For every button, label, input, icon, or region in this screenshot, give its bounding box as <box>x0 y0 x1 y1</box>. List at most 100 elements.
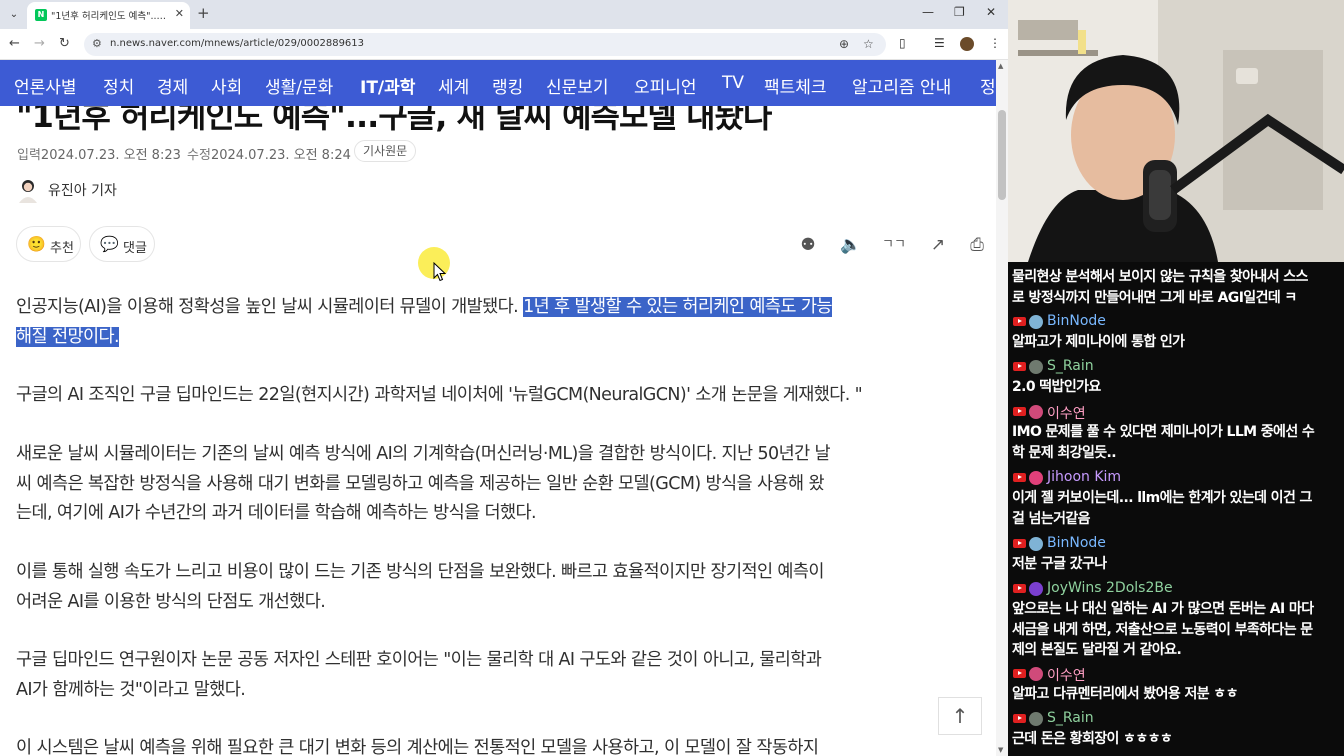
chat-username: JoyWins 2Dols2Be <box>1047 580 1173 596</box>
chat-username: Jihoon Kim <box>1047 469 1122 485</box>
nav-item-tv[interactable]: TV <box>722 73 744 93</box>
chat-message: 이수연 알파고 다큐멘터리에서 봤어용 저분 ㅎㅎ <box>1012 664 1342 705</box>
font-size-icon[interactable]: ㄱㄱ <box>882 234 906 256</box>
chat-text: 제의 본질도 달라질 거 같아요. <box>1012 642 1182 658</box>
back-icon[interactable]: ← <box>9 36 20 51</box>
nav-item-press[interactable]: 언론사별 <box>14 73 77 98</box>
mouse-cursor-icon <box>433 262 447 282</box>
chat-text: 근데 돈은 황회장이 ㅎㅎㅎㅎ <box>1012 731 1173 747</box>
reload-icon[interactable]: ↻ <box>59 36 70 51</box>
scroll-down-icon[interactable]: ▼ <box>998 746 1003 754</box>
youtube-icon <box>1013 584 1026 593</box>
nav-item-algorithm[interactable]: 알고리즘 안내 <box>852 73 951 98</box>
share-icon[interactable]: ↗ <box>926 234 950 256</box>
p4-line-1: 이를 통해 실행 속도가 느리고 비용이 많이 드는 기존 방식의 단점을 보완… <box>16 562 825 582</box>
speech-bubble-icon: 💬 <box>100 235 119 253</box>
article-paragraph-4: 이를 통해 실행 속도가 느리고 비용이 많이 드는 기존 방식의 단점을 보완… <box>16 558 988 617</box>
scroll-thumb[interactable] <box>998 110 1006 200</box>
chat-username: BinNode <box>1047 535 1106 551</box>
chat-text: 로 방정식까지 만들어내면 그게 바로 AGI일건데 ㅋ <box>1012 289 1297 306</box>
zoom-icon[interactable]: ⊕ <box>839 37 849 51</box>
recommend-button[interactable]: 🙂 추천 <box>16 226 81 262</box>
p5-line-2: AI가 함께하는 것"이라고 말했다. <box>16 679 246 700</box>
nav-item-ranking[interactable]: 랭킹 <box>492 73 523 98</box>
tab-title: "1년후 허리케인도 예측"...구글 <box>51 11 169 22</box>
close-tab-icon[interactable]: ✕ <box>175 7 184 20</box>
chat-message: BinNode 저분 구글 갔구나 <box>1012 534 1342 575</box>
p3-line-2: 씨 예측은 복잡한 방정식을 사용해 대기 변화를 모델링하고 예측을 제공하는… <box>16 473 825 494</box>
modified-label: 수정 <box>187 148 211 163</box>
article-page: "1년후 허리케인도 예측"...구글, 새 날씨 예측모델 내놨다 언론사별 … <box>0 60 996 756</box>
forward-icon[interactable]: → <box>34 36 45 51</box>
extensions-icon[interactable]: ▯ <box>899 36 906 50</box>
chat-text: 걸 넘는거같음 <box>1012 510 1091 527</box>
comment-button[interactable]: 💬 댓글 <box>89 226 155 262</box>
nav-item-society[interactable]: 사회 <box>211 73 242 98</box>
new-tab-icon[interactable]: + <box>197 5 210 21</box>
stream-overlay: 물리현상 분석해서 보이지 않는 규칙을 찾아내서 스스 로 방정식까지 만들어… <box>1008 0 1344 756</box>
address-bar: ← → ↻ ⚙ n.news.naver.com/mnews/article/0… <box>0 29 1008 60</box>
chat-message: S_Rain 근데 돈은 황회장이 ㅎㅎㅎㅎ <box>1012 709 1342 750</box>
chat-message: JoyWins 2Dols2Be 앞으로는 나 대신 일하는 AI 가 많으면 … <box>1012 579 1342 661</box>
tab-bar: ⌄ N "1년후 허리케인도 예측"...구글 ✕ + — ❐ ✕ <box>0 0 1008 29</box>
nav-item-newspaper[interactable]: 신문보기 <box>546 73 609 98</box>
nav-item-life-culture[interactable]: 생활/문화 <box>265 73 333 98</box>
youtube-icon <box>1013 407 1026 416</box>
webcam-feed <box>1008 0 1344 262</box>
bookmark-star-icon[interactable]: ☆ <box>863 37 874 51</box>
page-scrollbar[interactable]: ▲ ▼ <box>996 60 1008 756</box>
minimize-icon[interactable]: — <box>922 5 934 19</box>
original-article-button[interactable]: 기사원문 <box>354 140 417 162</box>
youtube-icon <box>1013 317 1026 326</box>
profile-avatar-icon[interactable] <box>960 37 974 51</box>
nav-item-factcheck[interactable]: 팩트체크 <box>764 73 827 98</box>
article-paragraph-2: 구글의 AI 조직인 구글 딥마인드는 22일(현지시간) 과학저널 네이처에 … <box>16 385 863 405</box>
section-nav: 언론사별 정치 경제 사회 생활/문화 IT/과학 세계 랭킹 신문보기 오피니… <box>0 60 996 106</box>
chat-username: 이수연 <box>1047 668 1086 684</box>
avatar <box>1029 315 1043 329</box>
reporter-name[interactable]: 유진아 기자 <box>48 180 117 200</box>
chat-text: 앞으로는 나 대신 일하는 AI 가 많으면 돈버는 AI 마다 <box>1012 601 1314 617</box>
nav-item-more[interactable]: 정 <box>980 73 996 98</box>
close-window-icon[interactable]: ✕ <box>986 5 996 19</box>
youtube-icon <box>1013 362 1026 371</box>
media-control-icon[interactable]: ☰ <box>934 36 945 50</box>
summary-bot-icon[interactable]: ⚉ <box>796 234 820 256</box>
recommend-label: 추천 <box>50 241 74 256</box>
nav-item-world[interactable]: 세계 <box>438 73 469 98</box>
url-field[interactable]: ⚙ n.news.naver.com/mnews/article/029/000… <box>84 33 886 56</box>
scroll-to-top-button[interactable]: ↑ <box>938 697 982 735</box>
article-paragraph-1: 인공지능(AI)을 이용해 정확성을 높인 날씨 시뮬레이터 뮤델이 개발됐다.… <box>16 293 988 352</box>
chat-text: 알파고가 제미나이에 통합 인가 <box>1012 334 1185 350</box>
nav-item-opinion[interactable]: 오피니언 <box>634 73 697 98</box>
more-menu-icon[interactable]: ⋮ <box>989 36 1001 50</box>
nav-item-economy[interactable]: 경제 <box>157 73 188 98</box>
youtube-icon <box>1013 714 1026 723</box>
youtube-icon <box>1013 539 1026 548</box>
site-info-icon[interactable]: ⚙ <box>92 37 102 50</box>
chat-message: BinNode 알파고가 제미나이에 통합 인가 <box>1012 312 1342 353</box>
comment-label: 댓글 <box>123 241 147 256</box>
chat-text: 이게 젤 커보이는데... llm에는 한계가 있는데 이건 그 <box>1012 490 1312 506</box>
chat-text: 알파고 다큐멘터리에서 봤어용 저분 ㅎㅎ <box>1012 686 1238 702</box>
nav-item-it-science[interactable]: IT/과학 <box>360 73 415 98</box>
avatar <box>1029 537 1043 551</box>
p3-line-1: 새로운 날씨 시뮬레이터는 기존의 날씨 예측 방식에 AI의 기계학습(머신러… <box>16 444 831 464</box>
print-icon[interactable]: ⎙ <box>965 234 989 256</box>
input-date: 2024.07.23. 오전 8:23 <box>40 148 181 163</box>
browser-tab[interactable]: N "1년후 허리케인도 예측"...구글 ✕ <box>27 2 190 29</box>
chat-username: S_Rain <box>1047 358 1094 374</box>
avatar <box>1029 360 1043 374</box>
youtube-icon <box>1013 473 1026 482</box>
live-chat: 물리현상 분석해서 보이지 않는 규칙을 찾아내서 스스 로 방정식까지 만들어… <box>1008 262 1344 756</box>
p3-line-3: 는데, 여기에 AI가 수년간의 과거 데이터를 학습해 예측하는 방식을 더했… <box>16 503 537 523</box>
scroll-up-icon[interactable]: ▲ <box>998 62 1003 70</box>
restore-icon[interactable]: ❐ <box>954 5 965 19</box>
tab-search-icon[interactable]: ⌄ <box>5 6 23 24</box>
chat-message: 이수연 IMO 문제를 풀 수 있다면 제미나이가 LLM 중에선 수 학 문제… <box>1012 402 1342 463</box>
chat-message: S_Rain 2.0 떡밥인가요 <box>1012 357 1342 398</box>
speaker-icon[interactable]: 🔈 <box>839 234 863 256</box>
nav-item-politics[interactable]: 정치 <box>103 73 134 98</box>
chat-text: IMO 문제를 풀 수 있다면 제미나이가 LLM 중에선 수 <box>1012 424 1315 440</box>
chat-text: 저분 구글 갔구나 <box>1012 556 1107 572</box>
